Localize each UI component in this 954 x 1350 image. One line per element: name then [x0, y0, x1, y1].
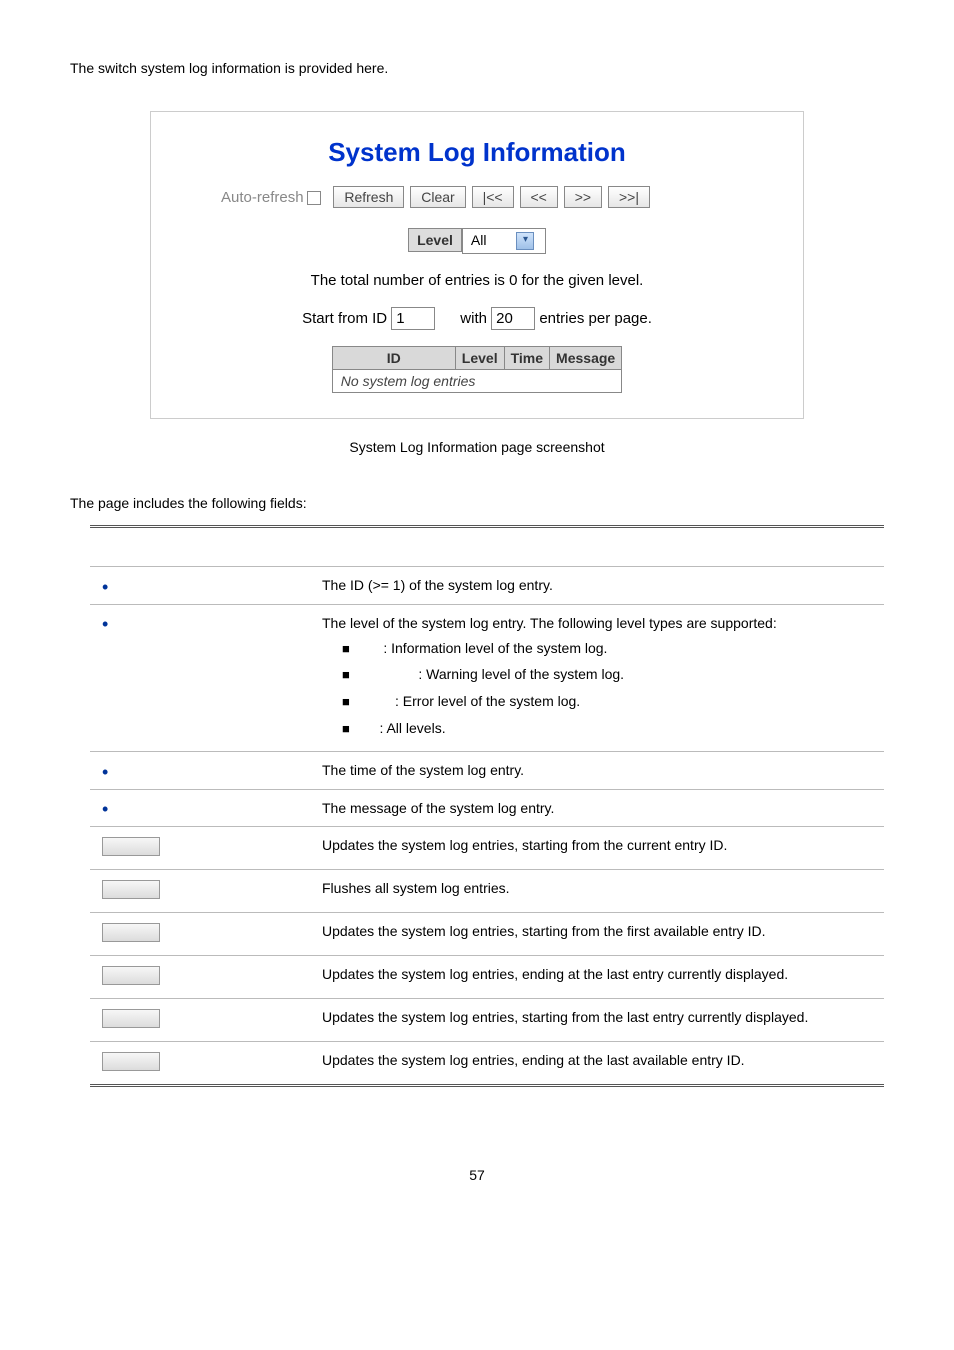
- table-row: • The ID (>= 1) of the system log entry.: [90, 567, 884, 604]
- table-row: • The message of the system log entry.: [90, 789, 884, 826]
- object-next: [90, 998, 310, 1041]
- first-page-button[interactable]: |<<: [472, 186, 514, 208]
- screenshot-panel: System Log Information Auto-refresh Refr…: [150, 111, 804, 419]
- next-page-button[interactable]: >>: [564, 186, 602, 208]
- clear-button[interactable]: Clear: [410, 186, 465, 208]
- entries-per-page-label: entries per page.: [539, 310, 652, 327]
- table-row: Updates the system log entries, starting…: [90, 826, 884, 869]
- start-id-input[interactable]: 1: [391, 307, 435, 330]
- table-row: Updates the system log entries, ending a…: [90, 955, 884, 998]
- pagination-row: Start from ID 1 with 20 entries per page…: [181, 307, 773, 330]
- object-time: •: [90, 752, 310, 789]
- refresh-button[interactable]: Refresh: [333, 186, 404, 208]
- object-refresh: [90, 826, 310, 869]
- panel-title: System Log Information: [181, 137, 773, 168]
- table-row: • The time of the system log entry.: [90, 752, 884, 789]
- desc-time: The time of the system log entry.: [310, 752, 884, 789]
- th-message: Message: [550, 347, 622, 370]
- table-row: Updates the system log entries, starting…: [90, 912, 884, 955]
- object-level: •: [90, 604, 310, 752]
- desc-prev: Updates the system log entries, ending a…: [310, 955, 884, 998]
- table-row: Updates the system log entries, ending a…: [90, 1041, 884, 1085]
- last-page-button[interactable]: >>|: [608, 186, 650, 208]
- page-number: 57: [70, 1167, 884, 1183]
- object-last: [90, 1041, 310, 1085]
- log-table: ID Level Time Message No system log entr…: [332, 346, 622, 393]
- th-time: Time: [504, 347, 549, 370]
- th-id: ID: [332, 347, 455, 370]
- fields-table: • The ID (>= 1) of the system log entry.…: [90, 525, 884, 1087]
- prev-page-button[interactable]: <<: [520, 186, 558, 208]
- table-row: Flushes all system log entries.: [90, 869, 884, 912]
- auto-refresh-checkbox[interactable]: [307, 191, 321, 205]
- auto-refresh-label: Auto-refresh: [221, 189, 304, 206]
- start-from-label: Start from ID: [302, 310, 387, 327]
- desc-refresh: Updates the system log entries, starting…: [310, 826, 884, 869]
- th-level: Level: [455, 347, 504, 370]
- object-id: •: [90, 567, 310, 604]
- level-select-value: All: [471, 232, 487, 248]
- level-select[interactable]: All ▾: [462, 228, 546, 254]
- desc-id: The ID (>= 1) of the system log entry.: [310, 567, 884, 604]
- fields-intro: The page includes the following fields:: [70, 495, 884, 511]
- desc-clear: Flushes all system log entries.: [310, 869, 884, 912]
- object-clear: [90, 869, 310, 912]
- object-message: •: [90, 789, 310, 826]
- desc-next: Updates the system log entries, starting…: [310, 998, 884, 1041]
- with-label: with: [460, 310, 487, 327]
- desc-first: Updates the system log entries, starting…: [310, 912, 884, 955]
- desc-last: Updates the system log entries, ending a…: [310, 1041, 884, 1085]
- intro-text: The switch system log information is pro…: [70, 60, 884, 76]
- table-row: Updates the system log entries, starting…: [90, 998, 884, 1041]
- desc-level: The level of the system log entry. The f…: [310, 604, 884, 752]
- total-entries-text: The total number of entries is 0 for the…: [181, 272, 773, 289]
- object-prev: [90, 955, 310, 998]
- no-entries-cell: No system log entries: [332, 370, 621, 393]
- object-first: [90, 912, 310, 955]
- screenshot-caption: System Log Information page screenshot: [70, 439, 884, 455]
- desc-message: The message of the system log entry.: [310, 789, 884, 826]
- toolbar: Auto-refresh Refresh Clear |<< << >> >>|: [221, 186, 773, 208]
- level-filter-row: Level All ▾: [181, 228, 773, 254]
- table-row: • The level of the system log entry. The…: [90, 604, 884, 752]
- level-label: Level: [408, 228, 462, 252]
- entries-input[interactable]: 20: [491, 307, 535, 330]
- chevron-down-icon: ▾: [516, 232, 534, 250]
